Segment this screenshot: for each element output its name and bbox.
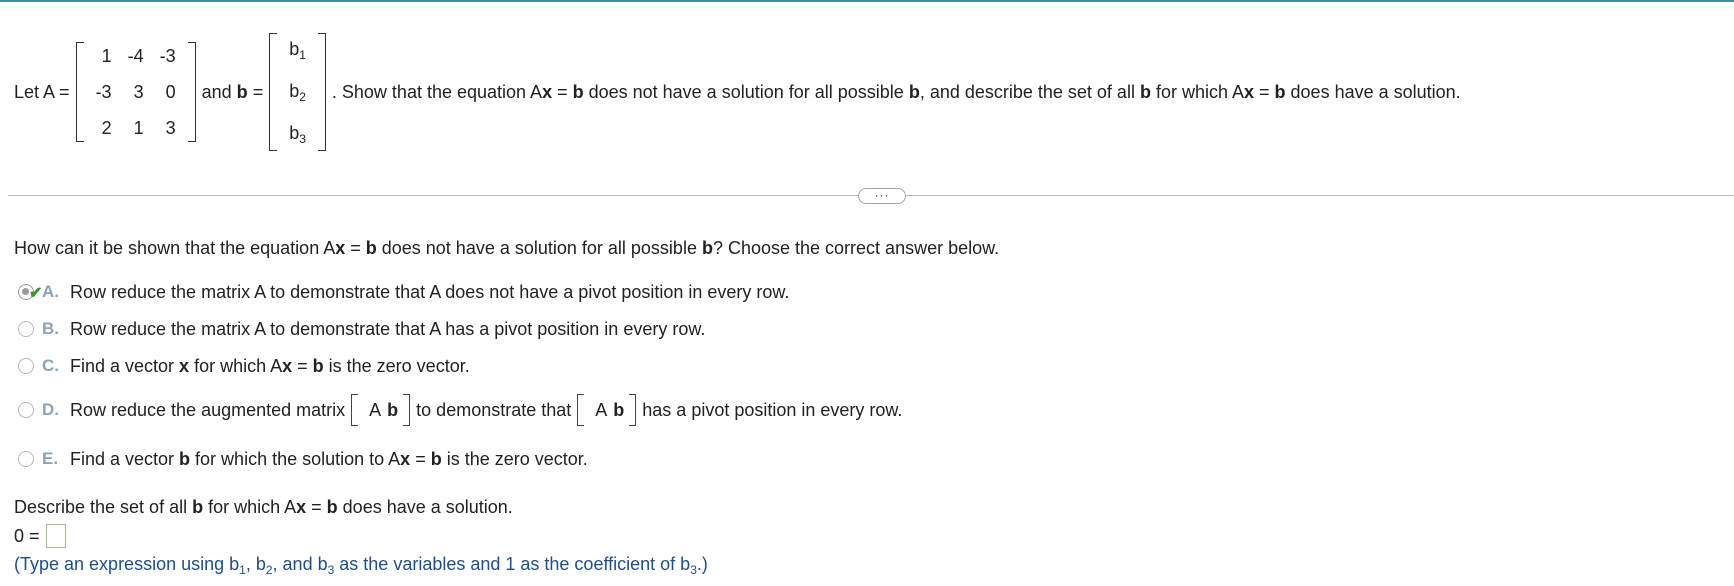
option-b-text: Row reduce the matrix A to demonstrate t… — [70, 318, 706, 339]
answer-input[interactable] — [45, 524, 66, 548]
option-d-letter: D. — [42, 400, 59, 419]
option-e-letter: E. — [42, 449, 59, 468]
matrix-a-cell: 3 — [165, 117, 176, 138]
augmented-matrix: Ab — [577, 392, 637, 428]
option-a-radio[interactable]: ✔ — [18, 284, 42, 302]
option-c[interactable]: C. Find a vector x for which Ax = b is t… — [18, 348, 470, 384]
problem-statement: Let A = 1 -4 -3 -3 3 0 2 1 3 and b = b1 … — [14, 22, 1461, 162]
let-a-label: Let A = — [14, 81, 70, 102]
equals-sign: = — [252, 81, 264, 102]
problem-text: . Show that the equation Ax = b does not… — [331, 81, 1461, 102]
option-e-radio[interactable] — [18, 451, 34, 467]
matrix-a-cell: -4 — [127, 45, 144, 66]
vector-b: b1 b2 b3 — [269, 29, 326, 155]
answer-label: 0 = — [14, 525, 40, 546]
more-button[interactable]: ··· — [858, 188, 906, 204]
option-e-text: Find a vector b for which the solution t… — [70, 448, 588, 469]
matrix-a-cell: -3 — [95, 81, 112, 102]
answer-row: 0 = — [14, 524, 66, 548]
matrix-a-cell: -3 — [159, 45, 176, 66]
hint-text: (Type an expression using b1, b2, and b3… — [14, 554, 708, 577]
matrix-a-cell: 1 — [101, 45, 112, 66]
option-c-letter: C. — [42, 356, 59, 375]
matrix-a-cell: 1 — [133, 117, 144, 138]
option-c-text: Find a vector x for which Ax = b is the … — [70, 355, 470, 376]
option-d-text: Row reduce the augmented matrix Ab to de… — [70, 392, 902, 428]
describe-prompt: Describe the set of all b for which Ax =… — [14, 497, 513, 517]
option-b[interactable]: B. Row reduce the matrix A to demonstrat… — [18, 311, 705, 347]
checkmark-icon: ✔ — [29, 285, 43, 302]
option-d[interactable]: D. Row reduce the augmented matrix Ab to… — [18, 392, 902, 428]
and-label: and — [201, 81, 232, 102]
matrix-a-cell: 2 — [101, 117, 112, 138]
matrix-a-cell: 3 — [133, 81, 144, 102]
augmented-matrix: Ab — [351, 392, 411, 428]
vector-b-entry: b2 — [289, 80, 306, 104]
vector-b-entry: b3 — [289, 122, 306, 146]
option-d-radio[interactable] — [18, 402, 34, 418]
option-a-letter: A. — [42, 282, 59, 301]
question-text: How can it be shown that the equation Ax… — [14, 238, 1000, 258]
matrix-a: 1 -4 -3 -3 3 0 2 1 3 — [75, 38, 196, 146]
option-b-letter: B. — [42, 319, 59, 338]
option-b-radio[interactable] — [18, 321, 34, 337]
option-c-radio[interactable] — [18, 358, 34, 374]
option-a[interactable]: ✔ A. Row reduce the matrix A to demonstr… — [18, 274, 789, 310]
b-symbol: b — [236, 81, 248, 102]
option-e[interactable]: E. Find a vector b for which the solutio… — [18, 441, 588, 477]
top-accent-line — [0, 0, 1734, 2]
option-a-text: Row reduce the matrix A to demonstrate t… — [70, 281, 790, 302]
matrix-a-cell: 0 — [165, 81, 176, 102]
vector-b-entry: b1 — [289, 38, 306, 62]
